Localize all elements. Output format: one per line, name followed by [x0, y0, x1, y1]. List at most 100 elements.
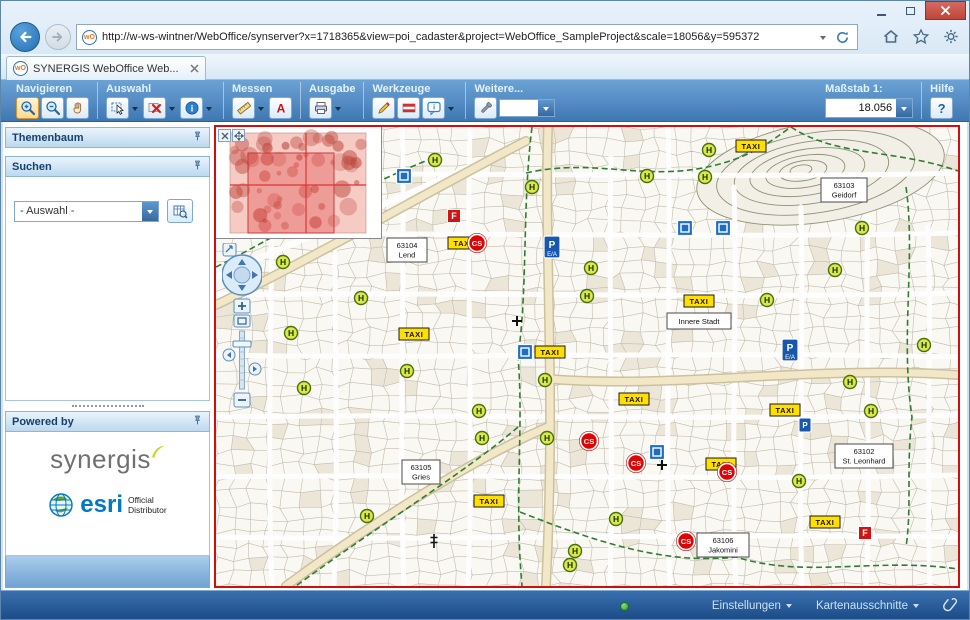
map-marker-cross[interactable] [512, 316, 522, 326]
map-marker-hydrant[interactable]: H [793, 475, 806, 488]
map-canvas[interactable]: HHHHHHHHHHHHHHHHHHHHHHHHHHHTAXITAXITAXIT… [214, 125, 960, 588]
overview-map[interactable] [216, 127, 382, 239]
map-marker-hydrant[interactable]: H [473, 405, 486, 418]
next-extent-button[interactable] [249, 363, 261, 375]
back-button[interactable] [10, 22, 40, 52]
select-button[interactable] [106, 97, 129, 119]
panel-header-themenbaum[interactable]: Themenbaum [5, 127, 210, 148]
map-marker-hydrant[interactable]: H [401, 365, 414, 378]
map-marker-museum[interactable] [678, 221, 693, 236]
pin-icon[interactable] [192, 415, 203, 429]
map-marker-hydrant[interactable]: H [581, 290, 594, 303]
map-marker-pharmacy[interactable]: F [448, 210, 461, 223]
map-marker-hydrant[interactable]: H [298, 382, 311, 395]
prev-extent-button[interactable] [223, 349, 235, 361]
help-button[interactable]: ? [930, 97, 953, 119]
map-marker-cs[interactable]: CS [676, 531, 695, 550]
pin-icon[interactable] [192, 160, 203, 174]
paperclip-icon[interactable] [939, 594, 961, 617]
print-button[interactable] [309, 97, 332, 119]
panel-header-powered-by[interactable]: Powered by [5, 411, 210, 432]
map-marker-parking[interactable]: PE/A [544, 236, 560, 258]
map-marker-hydrant[interactable]: H [539, 374, 552, 387]
map-marker-hydrant[interactable]: H [844, 376, 857, 389]
forward-button[interactable] [45, 24, 71, 50]
map-marker-hydrant[interactable]: H [361, 510, 374, 523]
zoom-in-map-button[interactable] [234, 299, 250, 313]
search-report-button[interactable] [167, 199, 193, 223]
select-dropdown-caret[interactable] [132, 107, 138, 114]
settings-menu[interactable]: Einstellungen [712, 600, 792, 612]
measure-dropdown-caret[interactable] [258, 107, 264, 114]
map-marker-taxi[interactable]: TAXI [810, 516, 840, 528]
tab-close-icon[interactable] [190, 64, 199, 73]
map-marker-parking[interactable]: PE/A [782, 339, 798, 361]
home-icon[interactable] [882, 28, 900, 45]
print-dropdown-caret[interactable] [335, 107, 341, 114]
minimize-button[interactable] [867, 1, 896, 20]
map-marker-hydrant[interactable]: H [865, 405, 878, 418]
map-marker-cs[interactable]: CS [467, 233, 486, 252]
zoom-slider[interactable] [233, 331, 251, 389]
identify-dropdown-caret[interactable] [206, 107, 212, 114]
map-marker-cs[interactable]: CS [579, 431, 598, 450]
map-marker-taxi[interactable]: TAXI [399, 328, 429, 340]
map-marker-hydrant[interactable]: H [277, 256, 290, 269]
map-marker-hydrant[interactable]: H [429, 154, 442, 167]
map-marker-pharmacy[interactable]: F [859, 527, 872, 540]
panel-header-suchen[interactable]: Suchen [5, 156, 210, 177]
weitere-combobox-caret[interactable] [538, 100, 554, 116]
overview-close-button[interactable] [218, 129, 231, 142]
map-marker-hydrant[interactable]: H [526, 181, 539, 194]
zoom-out-button[interactable] [41, 97, 64, 119]
map-marker-museum[interactable] [397, 169, 412, 184]
favorites-star-icon[interactable] [912, 28, 930, 45]
url-field[interactable]: wO http://w-ws-wintner/WebOffice/synserv… [76, 24, 858, 50]
sidebar-splitter[interactable] [5, 401, 210, 411]
map-marker-hydrant[interactable]: H [541, 432, 554, 445]
zoom-out-map-button[interactable] [234, 393, 250, 407]
tab-weboffice[interactable]: wO SYNERGIS WebOffice Web... [6, 56, 206, 80]
map-marker-hydrant[interactable]: H [564, 559, 577, 572]
map-marker-hydrant[interactable]: H [829, 264, 842, 277]
map-marker-taxi[interactable]: TAXI [770, 404, 800, 416]
language-flag-button[interactable] [397, 97, 420, 119]
map-marker-hydrant[interactable]: H [476, 432, 489, 445]
werkzeuge-dropdown-caret[interactable] [448, 107, 454, 114]
map-marker-hydrant[interactable]: H [761, 294, 774, 307]
overview-toggle-button[interactable] [223, 243, 236, 256]
search-select[interactable]: - Auswahl - [14, 201, 159, 222]
map-marker-cs[interactable]: CS [626, 453, 645, 472]
map-marker-hydrant[interactable]: H [610, 513, 623, 526]
refresh-icon[interactable] [835, 30, 850, 45]
map-marker-parking_small[interactable]: P [799, 418, 811, 432]
map-marker-taxi[interactable]: TAXI [684, 295, 714, 307]
map-marker-hydrant[interactable]: H [285, 327, 298, 340]
map-marker-hydrant[interactable]: H [699, 171, 712, 184]
map-marker-hydrant[interactable]: H [585, 262, 598, 275]
slider-handle[interactable] [233, 341, 251, 347]
map-marker-hydrant[interactable]: H [355, 292, 368, 305]
map-marker-hydrant[interactable]: H [918, 339, 931, 352]
annotate-button[interactable]: A [269, 97, 292, 119]
overview-move-button[interactable] [232, 129, 245, 142]
map-marker-museum[interactable] [650, 445, 665, 460]
map-marker-taxi[interactable]: TAXI [474, 495, 504, 507]
zoom-extent-button[interactable] [234, 315, 250, 327]
map-marker-taxi[interactable]: TAXI [619, 393, 649, 405]
clear-selection-dropdown-caret[interactable] [169, 107, 175, 114]
scale-input[interactable]: 18.056 [825, 98, 913, 118]
pan-control[interactable] [222, 255, 262, 295]
map-marker-hydrant[interactable]: H [703, 144, 716, 157]
map-marker-hydrant[interactable]: H [569, 545, 582, 558]
scale-dropdown-button[interactable] [896, 99, 912, 117]
map-marker-cs[interactable]: CS [717, 462, 736, 481]
weitere-combobox[interactable] [499, 99, 555, 117]
tools-button[interactable] [474, 97, 497, 119]
map-marker-hydrant[interactable]: H [641, 170, 654, 183]
url-dropdown-caret-icon[interactable] [820, 36, 826, 43]
info-balloon-button[interactable]: i [422, 97, 445, 119]
maximize-button[interactable] [896, 1, 925, 20]
overview-extent-rect[interactable] [248, 153, 334, 233]
map-marker-museum[interactable] [518, 345, 533, 360]
